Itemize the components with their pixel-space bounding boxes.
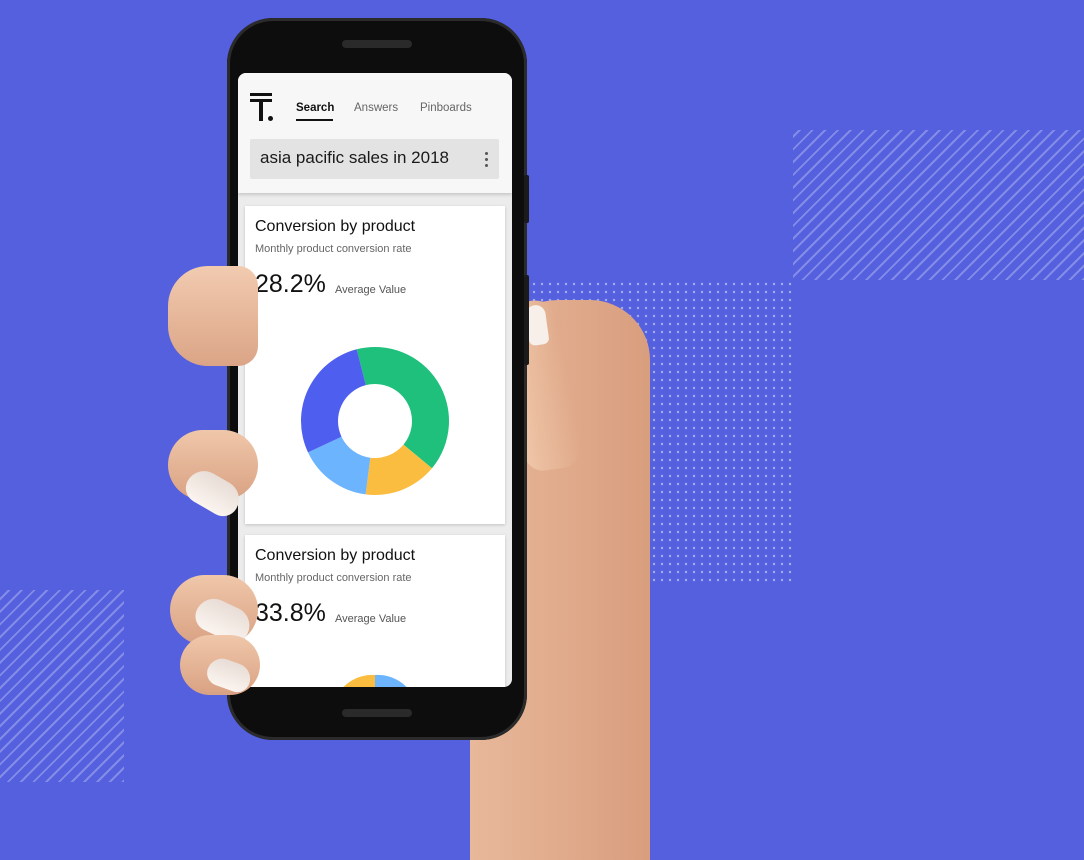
search-input[interactable]: asia pacific sales in 2018 — [260, 148, 449, 168]
donut-chart[interactable] — [300, 336, 450, 506]
phone-volume-button — [524, 275, 529, 365]
card-title: Conversion by product — [255, 218, 416, 235]
tab-pinboards[interactable]: Pinboards — [420, 102, 472, 114]
more-vertical-icon[interactable] — [485, 152, 489, 168]
average-value: 33.8% — [255, 599, 326, 627]
thoughtspot-logo-icon[interactable] — [250, 93, 278, 123]
decorative-stripes-left — [0, 590, 124, 782]
answer-card[interactable]: Conversion by product Monthly product co… — [245, 206, 505, 524]
tab-answers[interactable]: Answers — [354, 102, 398, 114]
hand-index-finger — [168, 266, 258, 366]
tab-search[interactable]: Search — [296, 102, 334, 114]
card-subtitle: Monthly product conversion rate — [255, 572, 412, 584]
phone-speaker-top — [342, 40, 412, 48]
phone-power-button — [524, 175, 529, 223]
donut-chart-partial[interactable] — [320, 660, 430, 687]
answer-card[interactable]: Conversion by product Monthly product co… — [245, 535, 505, 687]
app-header: Search Answers Pinboards asia pacific sa… — [238, 73, 512, 193]
card-title: Conversion by product — [255, 547, 416, 564]
decorative-stripes-right — [793, 130, 1084, 280]
donut-slice-4[interactable] — [301, 349, 366, 453]
average-value-caption: Average Value — [335, 613, 407, 625]
average-value: 28.2% — [255, 270, 326, 298]
card-subtitle: Monthly product conversion rate — [255, 243, 412, 255]
phone-screen: Search Answers Pinboards asia pacific sa… — [238, 73, 512, 687]
phone-speaker-bottom — [342, 709, 412, 717]
search-bar[interactable]: asia pacific sales in 2018 — [250, 139, 499, 179]
active-tab-indicator — [296, 119, 333, 121]
average-value-caption: Average Value — [335, 284, 407, 296]
